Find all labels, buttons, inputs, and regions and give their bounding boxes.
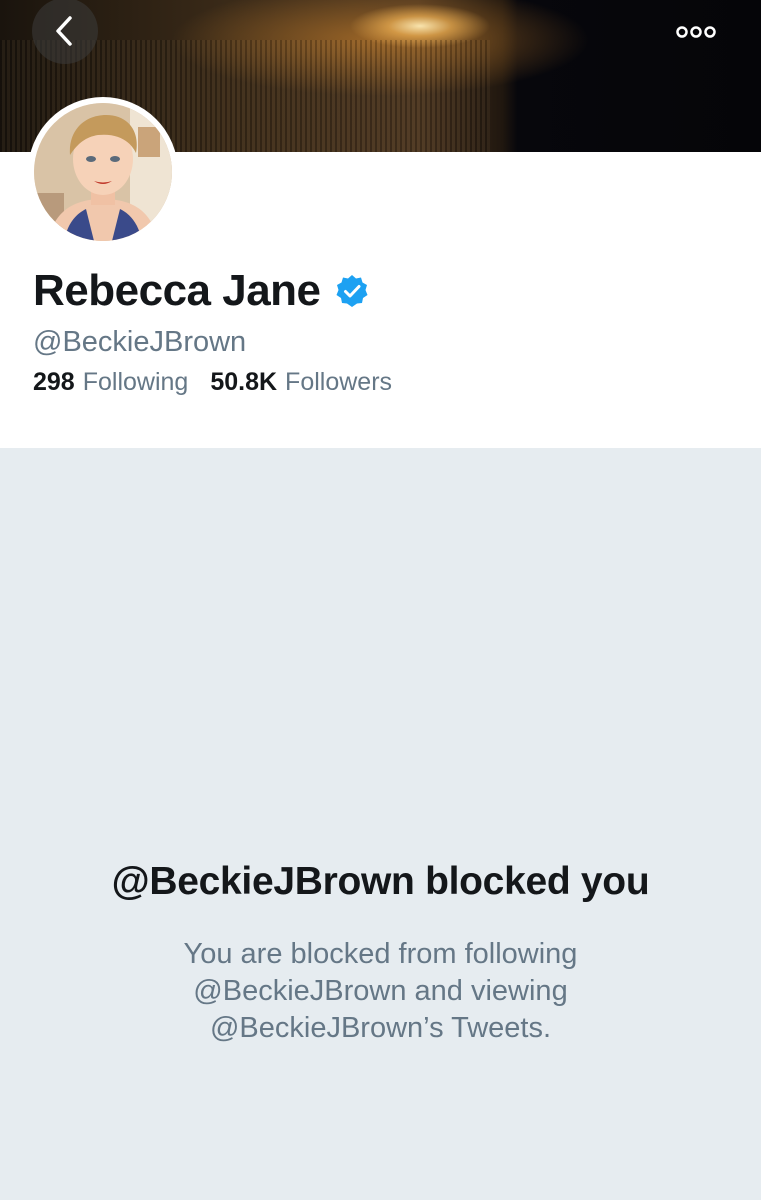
name-row: Rebecca Jane [33,262,741,320]
more-options-button[interactable] [670,14,722,50]
avatar-photo [34,103,172,241]
blocked-description: You are blocked from following @BeckieJB… [183,938,578,1044]
profile-page: Rebecca Jane @BeckieJBrown 298 Following… [0,0,761,1200]
following-count: 298 [33,368,75,396]
profile-handle: @BeckieJBrown [33,326,247,358]
back-button[interactable] [32,0,98,64]
blocked-title: @BeckieJBrown blocked you [111,860,650,903]
verified-badge-icon [336,275,368,307]
blocked-notice-area: @BeckieJBrown blocked you You are blocke… [0,448,761,1200]
avatar-frame[interactable] [28,97,178,247]
following-stat[interactable]: 298 Following [33,364,188,400]
following-label: Following [82,368,189,396]
followers-count: 50.8K [210,368,278,396]
avatar[interactable] [34,103,172,241]
profile-info: Rebecca Jane @BeckieJBrown 298 Following… [33,262,741,400]
display-name: Rebecca Jane [33,266,321,315]
followers-stat[interactable]: 50.8K Followers [210,364,392,400]
followers-label: Followers [285,368,393,396]
follow-stats: 298 Following 50.8K Followers [33,364,741,400]
more-options-icon [676,26,716,38]
chevron-left-icon [56,16,72,46]
